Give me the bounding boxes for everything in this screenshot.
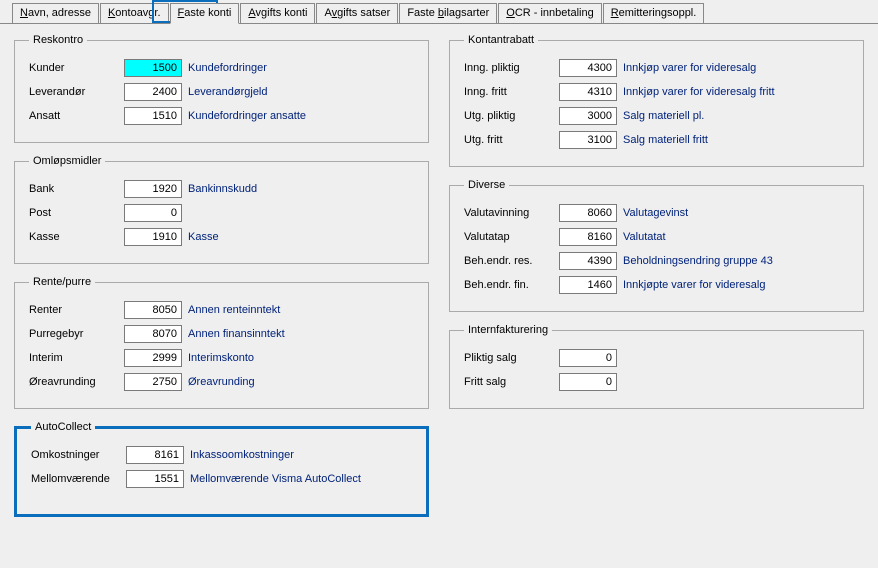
tab-remitteringsoppl[interactable]: Remitteringsoppl.: [603, 3, 705, 23]
content: Reskontro KunderKundefordringer Leverand…: [0, 24, 878, 539]
desc-leverandor: Leverandørgjeld: [188, 86, 268, 98]
input-beh-endr-fin[interactable]: [559, 276, 617, 294]
desc-ansatt: Kundefordringer ansatte: [188, 110, 306, 122]
row-renter: RenterAnnen renteinntekt: [29, 298, 418, 322]
input-post[interactable]: [124, 204, 182, 222]
group-rente-purre: Rente/purre RenterAnnen renteinntekt Pur…: [14, 276, 429, 409]
legend-autocollect: AutoCollect: [31, 421, 95, 433]
legend-diverse: Diverse: [464, 179, 509, 191]
row-bank: BankBankinnskudd: [29, 177, 418, 201]
group-omlopsmidler: Omløpsmidler BankBankinnskudd Post Kasse…: [14, 155, 429, 264]
desc-mellomvaerende: Mellomværende Visma AutoCollect: [190, 473, 361, 485]
row-utg-fritt: Utg. frittSalg materiell fritt: [464, 128, 853, 152]
input-inng-pliktig[interactable]: [559, 59, 617, 77]
row-inng-fritt: Inng. frittInnkjøp varer for videresalg …: [464, 80, 853, 104]
tab-avgifts-konti[interactable]: Avgifts konti: [240, 3, 315, 23]
row-mellomvaerende: MellomværendeMellomværende Visma AutoCol…: [31, 467, 416, 491]
tab-navn-adresse[interactable]: Navn, adresse: [12, 3, 99, 23]
row-pliktig-salg: Pliktig salg: [464, 346, 853, 370]
legend-reskontro: Reskontro: [29, 34, 87, 46]
group-kontantrabatt: Kontantrabatt Inng. pliktigInnkjøp varer…: [449, 34, 864, 167]
row-post: Post: [29, 201, 418, 225]
group-internfakturering: Internfakturering Pliktig salg Fritt sal…: [449, 324, 864, 409]
desc-beh-endr-res: Beholdningsendring gruppe 43: [623, 255, 773, 267]
desc-kunder: Kundefordringer: [188, 62, 267, 74]
group-reskontro: Reskontro KunderKundefordringer Leverand…: [14, 34, 429, 143]
input-pliktig-salg[interactable]: [559, 349, 617, 367]
row-interim: InterimInterimskonto: [29, 346, 418, 370]
desc-omkostninger: Inkassoomkostninger: [190, 449, 294, 461]
group-diverse: Diverse ValutavinningValutagevinst Valut…: [449, 179, 864, 312]
input-valutatap[interactable]: [559, 228, 617, 246]
row-ansatt: AnsattKundefordringer ansatte: [29, 104, 418, 128]
legend-internfakturering: Internfakturering: [464, 324, 552, 336]
input-purregebyr[interactable]: [124, 325, 182, 343]
row-inng-pliktig: Inng. pliktigInnkjøp varer for videresal…: [464, 56, 853, 80]
desc-oreavrunding: Øreavrunding: [188, 376, 255, 388]
input-kunder[interactable]: [124, 59, 182, 77]
tab-avgifts-satser[interactable]: Avgifts satser: [316, 3, 398, 23]
input-bank[interactable]: [124, 180, 182, 198]
desc-interim: Interimskonto: [188, 352, 254, 364]
input-inng-fritt[interactable]: [559, 83, 617, 101]
row-kunder: KunderKundefordringer: [29, 56, 418, 80]
row-omkostninger: OmkostningerInkassoomkostninger: [31, 443, 416, 467]
legend-omlopsmidler: Omløpsmidler: [29, 155, 105, 167]
input-omkostninger[interactable]: [126, 446, 184, 464]
input-valutavinning[interactable]: [559, 204, 617, 222]
input-kasse[interactable]: [124, 228, 182, 246]
desc-inng-pliktig: Innkjøp varer for videresalg: [623, 62, 756, 74]
row-valutavinning: ValutavinningValutagevinst: [464, 201, 853, 225]
tab-kontoavgr[interactable]: Kontoavgr.: [100, 3, 169, 23]
row-leverandor: LeverandørLeverandørgjeld: [29, 80, 418, 104]
desc-kasse: Kasse: [188, 231, 219, 243]
tab-ocr-innbetaling[interactable]: OCR - innbetaling: [498, 3, 601, 23]
input-renter[interactable]: [124, 301, 182, 319]
input-beh-endr-res[interactable]: [559, 252, 617, 270]
input-leverandor[interactable]: [124, 83, 182, 101]
group-autocollect: AutoCollect OmkostningerInkassoomkostnin…: [14, 421, 429, 517]
desc-utg-pliktig: Salg materiell pl.: [623, 110, 704, 122]
input-ansatt[interactable]: [124, 107, 182, 125]
desc-bank: Bankinnskudd: [188, 183, 257, 195]
desc-beh-endr-fin: Innkjøpte varer for videresalg: [623, 279, 765, 291]
tab-faste-bilagsarter[interactable]: Faste bilagsarter: [399, 3, 497, 23]
row-beh-endr-res: Beh.endr. res.Beholdningsendring gruppe …: [464, 249, 853, 273]
tabstrip: Navn, adresse Kontoavgr. Faste konti Avg…: [0, 0, 878, 24]
row-fritt-salg: Fritt salg: [464, 370, 853, 394]
input-oreavrunding[interactable]: [124, 373, 182, 391]
row-oreavrunding: ØreavrundingØreavrunding: [29, 370, 418, 394]
input-interim[interactable]: [124, 349, 182, 367]
row-valutatap: ValutatapValutatat: [464, 225, 853, 249]
input-fritt-salg[interactable]: [559, 373, 617, 391]
input-mellomvaerende[interactable]: [126, 470, 184, 488]
input-utg-pliktig[interactable]: [559, 107, 617, 125]
desc-renter: Annen renteinntekt: [188, 304, 280, 316]
input-utg-fritt[interactable]: [559, 131, 617, 149]
desc-utg-fritt: Salg materiell fritt: [623, 134, 708, 146]
desc-purregebyr: Annen finansinntekt: [188, 328, 285, 340]
row-kasse: KasseKasse: [29, 225, 418, 249]
row-purregebyr: PurregebyrAnnen finansinntekt: [29, 322, 418, 346]
legend-rente-purre: Rente/purre: [29, 276, 95, 288]
row-beh-endr-fin: Beh.endr. fin.Innkjøpte varer for videre…: [464, 273, 853, 297]
legend-kontantrabatt: Kontantrabatt: [464, 34, 538, 46]
desc-valutatap: Valutatat: [623, 231, 666, 243]
row-utg-pliktig: Utg. pliktigSalg materiell pl.: [464, 104, 853, 128]
desc-inng-fritt: Innkjøp varer for videresalg fritt: [623, 86, 775, 98]
desc-valutavinning: Valutagevinst: [623, 207, 688, 219]
tab-faste-konti[interactable]: Faste konti: [170, 3, 240, 24]
